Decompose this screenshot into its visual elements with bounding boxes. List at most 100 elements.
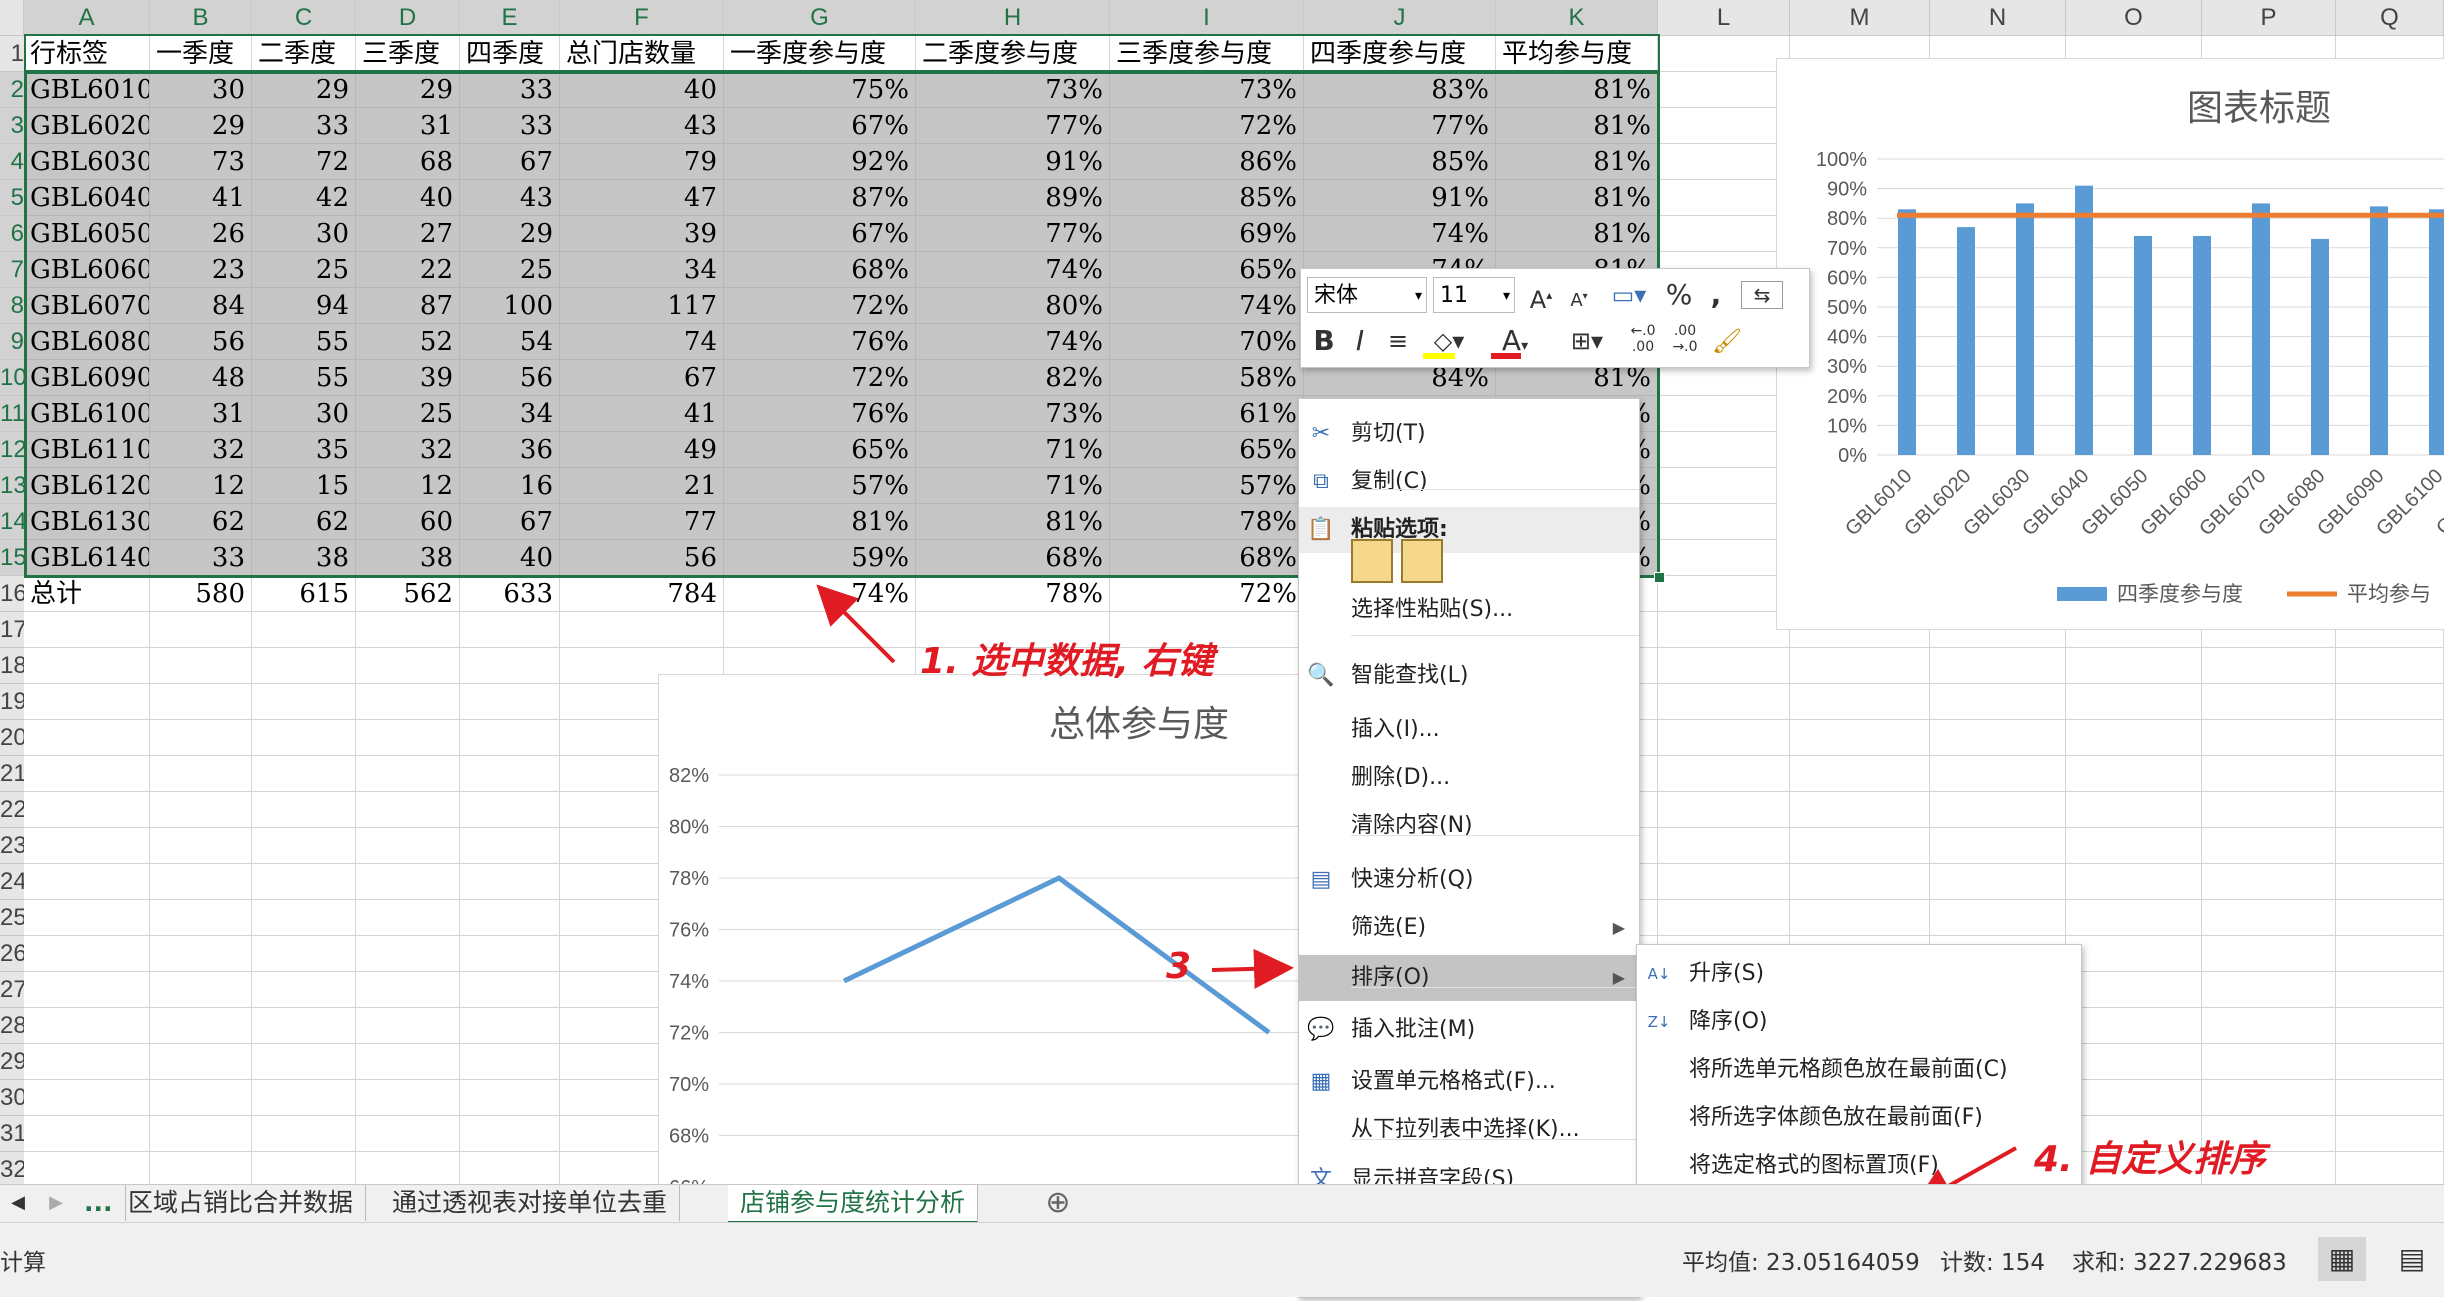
- row-header[interactable]: 7: [0, 252, 24, 288]
- table-cell[interactable]: [24, 1008, 150, 1044]
- table-cell[interactable]: 61%: [1110, 396, 1304, 432]
- table-cell[interactable]: [252, 828, 356, 864]
- column-header-m[interactable]: M: [1790, 0, 1930, 36]
- table-cell[interactable]: 100: [460, 288, 560, 324]
- table-cell[interactable]: 40: [356, 180, 460, 216]
- table-cell[interactable]: [1658, 828, 1790, 864]
- table-cell[interactable]: [2202, 972, 2336, 1008]
- row-header[interactable]: 28: [0, 1008, 24, 1044]
- table-cell[interactable]: 562: [356, 576, 460, 612]
- table-cell[interactable]: [460, 756, 560, 792]
- table-cell[interactable]: [150, 828, 252, 864]
- column-header-e[interactable]: E: [460, 0, 560, 36]
- table-cell[interactable]: [2336, 792, 2444, 828]
- table-cell[interactable]: [150, 936, 252, 972]
- table-cell[interactable]: 76%: [724, 396, 916, 432]
- comma-style-icon[interactable]: ,: [1701, 277, 1731, 313]
- table-cell[interactable]: 71%: [916, 468, 1110, 504]
- table-cell[interactable]: 25: [460, 252, 560, 288]
- row-header[interactable]: 1: [0, 36, 24, 72]
- table-cell[interactable]: [2202, 900, 2336, 936]
- table-cell[interactable]: [252, 864, 356, 900]
- row-header[interactable]: 30: [0, 1080, 24, 1116]
- table-cell[interactable]: 72%: [1110, 576, 1304, 612]
- normal-view-icon[interactable]: ▦: [2318, 1237, 2366, 1281]
- table-cell[interactable]: [2336, 864, 2444, 900]
- table-cell[interactable]: [150, 1080, 252, 1116]
- table-cell[interactable]: [252, 684, 356, 720]
- table-cell[interactable]: [24, 720, 150, 756]
- row-header[interactable]: 16: [0, 576, 24, 612]
- table-cell[interactable]: 21: [560, 468, 724, 504]
- tab-scroll-left-icon[interactable]: ◀: [6, 1185, 30, 1221]
- table-cell[interactable]: 34: [460, 396, 560, 432]
- table-cell[interactable]: [150, 720, 252, 756]
- quarterly-participation-chart[interactable]: 图表标题 100% 90% 80% 70% 60% 50% 40% 30% 20% 10% 0% GB…: [1776, 58, 2444, 630]
- table-cell[interactable]: 81%: [724, 504, 916, 540]
- table-cell[interactable]: [724, 612, 916, 648]
- table-cell[interactable]: [1658, 648, 1790, 684]
- decrease-decimal-icon[interactable]: .00 →.0: [1665, 323, 1705, 359]
- table-cell[interactable]: 72: [252, 144, 356, 180]
- table-cell[interactable]: [2066, 864, 2202, 900]
- table-cell[interactable]: [460, 612, 560, 648]
- table-cell[interactable]: 总门店数量: [560, 36, 724, 72]
- table-cell[interactable]: [2336, 936, 2444, 972]
- row-header[interactable]: 13: [0, 468, 24, 504]
- menu-item[interactable]: 选择性粘贴(S)...: [1299, 587, 1639, 633]
- menu-item[interactable]: 💬 插入批注(M): [1299, 1007, 1639, 1053]
- paste-values-icon[interactable]: [1401, 539, 1443, 583]
- table-cell[interactable]: 67%: [724, 216, 916, 252]
- table-cell[interactable]: [150, 900, 252, 936]
- table-cell[interactable]: 78%: [916, 576, 1110, 612]
- table-cell[interactable]: 33: [252, 108, 356, 144]
- table-cell[interactable]: [1790, 684, 1930, 720]
- table-cell[interactable]: [24, 648, 150, 684]
- mini-format-toolbar[interactable]: 宋体 ▾ 11 ▾ A▴ A▾ ▭▾ % , ⇆ B I ≡ ◇ ▾ A ▾ ⊞▾ ←.…: [1300, 268, 1810, 368]
- table-cell[interactable]: [150, 648, 252, 684]
- table-cell[interactable]: [1658, 540, 1790, 576]
- table-cell[interactable]: 32: [150, 432, 252, 468]
- column-header-l[interactable]: L: [1658, 0, 1790, 36]
- table-cell[interactable]: [150, 612, 252, 648]
- table-cell[interactable]: 75%: [724, 72, 916, 108]
- table-cell[interactable]: [1790, 792, 1930, 828]
- table-cell[interactable]: 47: [560, 180, 724, 216]
- table-cell[interactable]: [150, 1152, 252, 1184]
- table-cell[interactable]: 71%: [916, 432, 1110, 468]
- menu-item[interactable]: ✂ 剪切(T): [1299, 411, 1639, 457]
- row-header[interactable]: 29: [0, 1044, 24, 1080]
- table-cell[interactable]: 81%: [1496, 108, 1658, 144]
- table-cell[interactable]: 40: [560, 72, 724, 108]
- table-cell[interactable]: [252, 1152, 356, 1184]
- table-cell[interactable]: 52: [356, 324, 460, 360]
- table-cell[interactable]: [2202, 1008, 2336, 1044]
- table-cell[interactable]: [2336, 972, 2444, 1008]
- table-cell[interactable]: 784: [560, 576, 724, 612]
- table-cell[interactable]: [1658, 900, 1790, 936]
- table-cell[interactable]: 69%: [1110, 216, 1304, 252]
- table-cell[interactable]: 67%: [724, 108, 916, 144]
- table-cell[interactable]: 74%: [1304, 216, 1496, 252]
- table-cell[interactable]: 49: [560, 432, 724, 468]
- menu-item[interactable]: 🔍 智能查找(L): [1299, 653, 1639, 699]
- table-cell[interactable]: [24, 1152, 150, 1184]
- table-cell[interactable]: [460, 864, 560, 900]
- table-cell[interactable]: [2066, 720, 2202, 756]
- table-cell[interactable]: 85%: [1304, 144, 1496, 180]
- table-cell[interactable]: [2066, 1044, 2202, 1080]
- wrap-text-icon[interactable]: ⇆: [1741, 281, 1783, 309]
- table-cell[interactable]: [2202, 1080, 2336, 1116]
- table-cell[interactable]: 二季度参与度: [916, 36, 1110, 72]
- table-cell[interactable]: [252, 972, 356, 1008]
- row-header[interactable]: 4: [0, 144, 24, 180]
- table-cell[interactable]: 39: [560, 216, 724, 252]
- column-header-j[interactable]: J: [1304, 0, 1496, 36]
- table-cell[interactable]: [252, 756, 356, 792]
- table-cell[interactable]: [1658, 180, 1790, 216]
- table-cell[interactable]: [1658, 396, 1790, 432]
- page-layout-view-icon[interactable]: ▤: [2392, 1237, 2432, 1281]
- row-header[interactable]: 10: [0, 360, 24, 396]
- menu-item[interactable]: 清除内容(N): [1299, 803, 1639, 849]
- table-cell[interactable]: 68: [356, 144, 460, 180]
